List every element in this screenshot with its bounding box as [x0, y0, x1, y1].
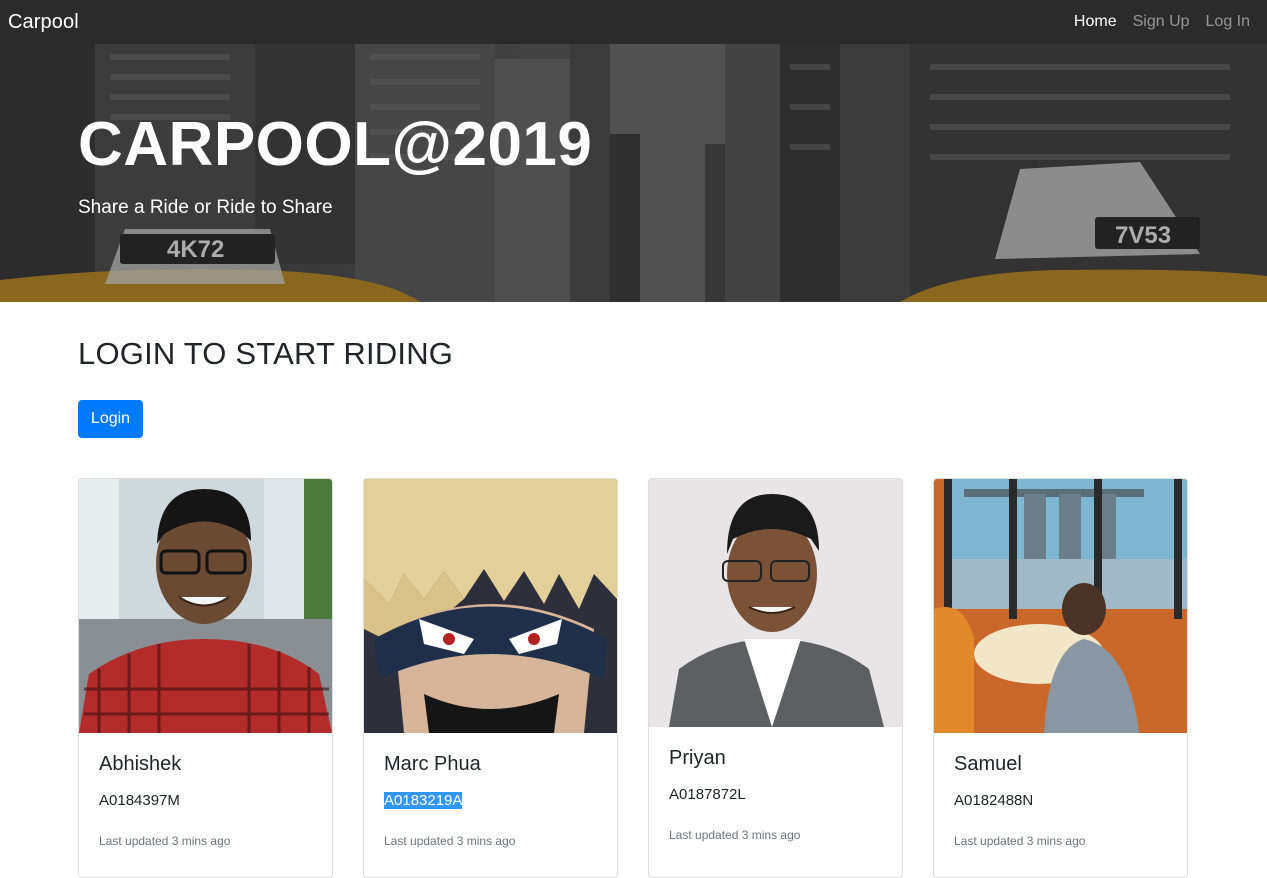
- nav-home-link[interactable]: Home: [1074, 13, 1117, 31]
- brand-link[interactable]: Carpool: [8, 11, 79, 34]
- nav-links: Home Sign Up Log In: [1074, 13, 1259, 31]
- profile-photo: [934, 479, 1187, 733]
- profile-photo: [79, 479, 332, 733]
- card-name: Abhishek: [99, 753, 182, 775]
- section-heading: LOGIN TO START RIDING: [78, 336, 454, 371]
- hero-subtitle: Share a Ride or Ride to Share: [78, 197, 333, 218]
- top-navbar: Carpool Home Sign Up Log In: [0, 0, 1267, 44]
- hero-banner: 4K72 7V53 CARPOOL@2019 Share a Ride or R…: [0, 44, 1267, 302]
- card-last-updated: Last updated 3 mins ago: [384, 834, 516, 848]
- profile-photo: [364, 479, 617, 733]
- profile-card: Marc Phua A0183219A Last updated 3 mins …: [363, 478, 618, 878]
- card-name: Samuel: [954, 753, 1022, 775]
- profile-card: Priyan A0187872L Last updated 3 mins ago: [648, 478, 903, 878]
- profile-card: Samuel A0182488N Last updated 3 mins ago: [933, 478, 1188, 878]
- hero-title: CARPOOL@2019: [78, 110, 593, 179]
- card-student-id: A0184397M: [99, 792, 180, 809]
- profile-photo: [649, 479, 902, 727]
- card-last-updated: Last updated 3 mins ago: [99, 834, 231, 848]
- card-name: Marc Phua: [384, 753, 481, 775]
- login-button[interactable]: Login: [78, 400, 143, 438]
- profile-card: Abhishek A0184397M Last updated 3 mins a…: [78, 478, 333, 878]
- card-last-updated: Last updated 3 mins ago: [954, 834, 1086, 848]
- selected-id-text: A0183219A: [384, 792, 463, 809]
- card-name: Priyan: [669, 747, 726, 769]
- card-student-id: A0187872L: [669, 786, 746, 803]
- card-last-updated: Last updated 3 mins ago: [669, 828, 801, 842]
- card-student-id: A0182488N: [954, 792, 1034, 809]
- nav-login-link[interactable]: Log In: [1206, 13, 1250, 31]
- nav-signup-link[interactable]: Sign Up: [1133, 13, 1190, 31]
- card-student-id: A0183219A: [384, 792, 463, 809]
